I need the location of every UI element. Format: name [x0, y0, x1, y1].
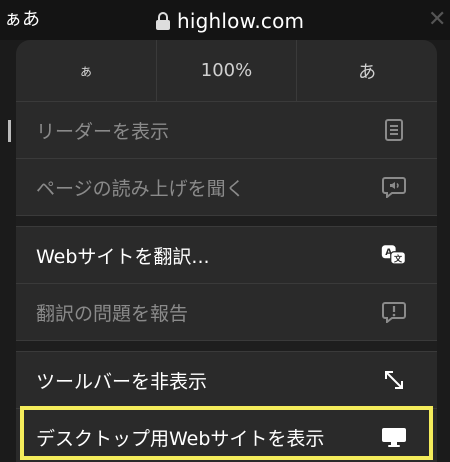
menu-item-translate-website[interactable]: Webサイトを翻訳... A文 [16, 227, 437, 284]
menu-divider [16, 341, 437, 352]
reader-icon [381, 117, 407, 143]
speaker-icon [381, 174, 407, 200]
menu-item-hide-toolbar[interactable]: ツールバーを非表示 [16, 352, 437, 409]
menu-item-label: 翻訳の問題を報告 [36, 302, 189, 325]
page-menu: ぁ 100% あ リーダーを表示 ページの読み上げを聞く Webサイトを翻訳..… [16, 40, 437, 462]
zoom-controls: ぁ 100% あ [16, 40, 437, 102]
menu-item-label: Webサイトを翻訳... [36, 245, 210, 268]
expand-arrows-icon [381, 367, 407, 393]
address-bar: ぁあ highlow.com ✕ [0, 0, 450, 40]
desktop-icon [381, 424, 407, 450]
report-icon [381, 299, 407, 325]
zoom-level[interactable]: 100% [155, 40, 297, 101]
lock-icon [155, 11, 171, 31]
menu-item-listen-to-page[interactable]: ページの読み上げを聞く [16, 159, 437, 216]
page-scroll-indicator [8, 120, 11, 142]
zoom-in-button[interactable]: あ [296, 40, 437, 101]
translate-icon: A文 [381, 242, 407, 268]
screen: ぁあ highlow.com ✕ ぁ 100% あ リーダーを表示 ページの読み… [0, 0, 450, 462]
menu-item-label: ツールバーを非表示 [36, 370, 208, 393]
menu-item-show-reader[interactable]: リーダーを表示 [16, 102, 437, 159]
menu-item-request-desktop-site[interactable]: デスクトップ用Webサイトを表示 [16, 409, 437, 462]
url-text: highlow.com [177, 9, 305, 33]
zoom-out-button[interactable]: ぁ [16, 40, 156, 101]
svg-text:文: 文 [394, 254, 403, 264]
menu-item-label: リーダーを表示 [36, 120, 170, 143]
url-field[interactable]: highlow.com [155, 8, 304, 34]
menu-item-label: ページの読み上げを聞く [36, 177, 245, 200]
menu-divider [16, 216, 437, 227]
menu-item-report-translation-issue[interactable]: 翻訳の問題を報告 [16, 284, 437, 341]
page-settings-button[interactable]: ぁあ [4, 8, 40, 32]
menu-item-label: デスクトップ用Webサイトを表示 [36, 427, 325, 450]
close-icon[interactable]: ✕ [428, 8, 446, 32]
